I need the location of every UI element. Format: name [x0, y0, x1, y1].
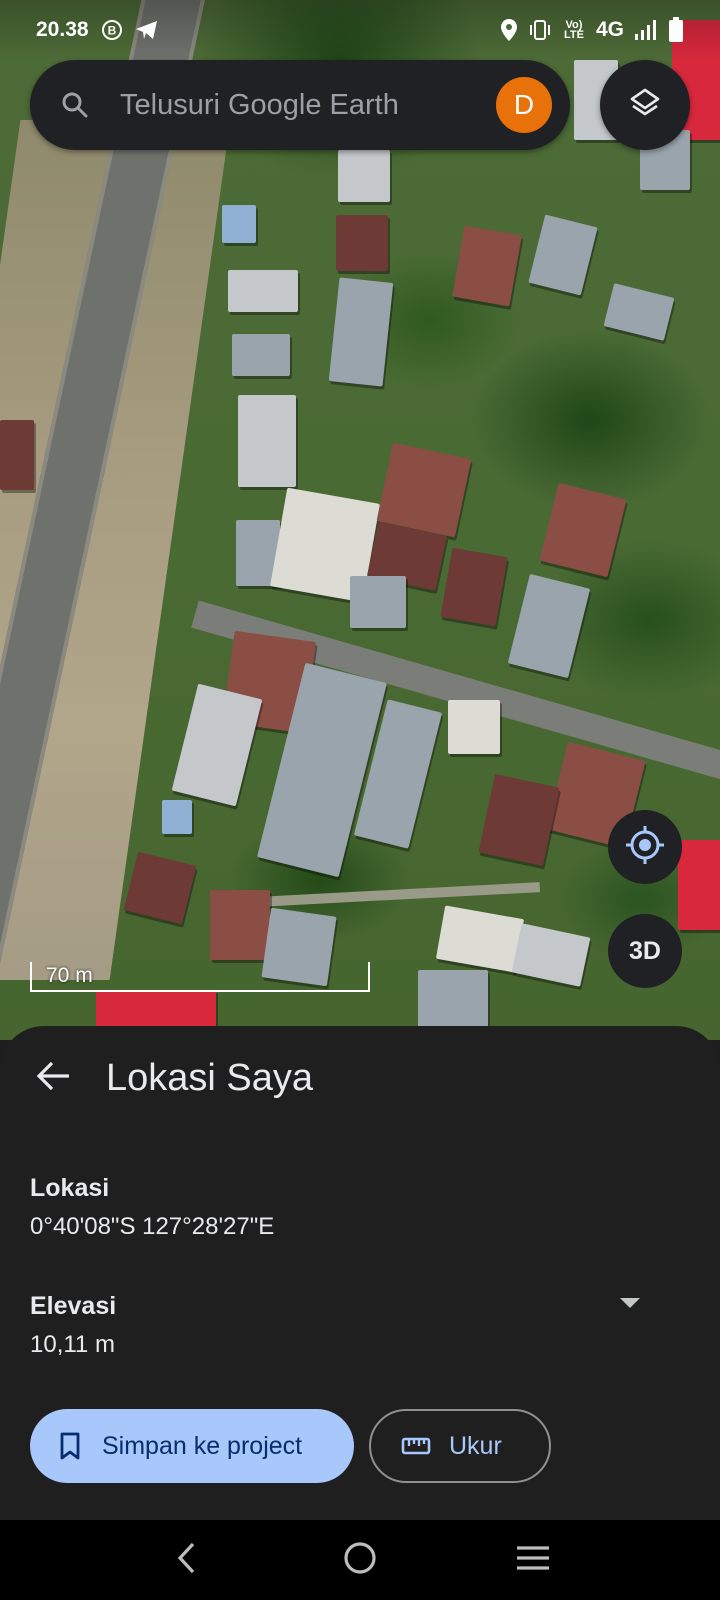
- map-house: [603, 283, 675, 341]
- location-sheet: Lokasi Saya Lokasi 0°40'08"S 127°28'27"E…: [0, 1026, 720, 1520]
- status-time: 20.38: [36, 18, 89, 41]
- nav-home-button[interactable]: [330, 1530, 390, 1590]
- back-button[interactable]: [30, 1054, 78, 1102]
- map-house: [123, 851, 197, 925]
- map-footpath: [239, 882, 541, 908]
- menu-icon: [515, 1544, 551, 1577]
- map-house: [336, 215, 388, 271]
- ruler-icon: [401, 1436, 431, 1456]
- layers-icon: [628, 86, 662, 125]
- svg-text:B: B: [107, 24, 116, 38]
- map-house: [452, 225, 522, 307]
- layers-button[interactable]: [600, 60, 690, 150]
- telegram-icon: [135, 19, 159, 41]
- search-icon: [60, 90, 90, 120]
- arrow-back-icon: [36, 1060, 72, 1097]
- map-house: [507, 573, 591, 679]
- battery-icon: [668, 17, 684, 43]
- map-house: [171, 683, 263, 807]
- map-house: [528, 214, 598, 296]
- home-circle-icon: [342, 1540, 378, 1581]
- signal-icon: [634, 19, 658, 41]
- map-house: [162, 800, 192, 834]
- measure-label: Ukur: [449, 1431, 502, 1460]
- map-house: [338, 150, 390, 202]
- search-input[interactable]: Telusuri Google Earth: [120, 89, 496, 122]
- sheet-title: Lokasi Saya: [106, 1056, 314, 1099]
- b-circle-icon: B: [101, 19, 123, 41]
- measure-button[interactable]: Ukur: [369, 1409, 551, 1483]
- sheet-header: Lokasi Saya: [30, 1054, 313, 1102]
- 3d-toggle-button[interactable]: 3D: [608, 914, 682, 988]
- map-house: [539, 482, 627, 578]
- elevation-value: 10,11 m: [30, 1331, 115, 1358]
- location-label: Lokasi: [30, 1174, 110, 1202]
- search-bar[interactable]: Telusuri Google Earth D: [30, 60, 570, 150]
- map-house: [238, 395, 296, 487]
- volte-icon: Vo) LTE: [564, 19, 584, 41]
- save-to-project-button[interactable]: Simpan ke project: [30, 1409, 354, 1483]
- scale-label: 70 m: [46, 964, 93, 987]
- save-to-project-label: Simpan ke project: [102, 1431, 303, 1460]
- system-nav-bar: [0, 1520, 720, 1600]
- map-house: [678, 840, 720, 930]
- vibrate-icon: [528, 19, 552, 41]
- map-house: [435, 905, 525, 973]
- map-house: [222, 205, 256, 243]
- map-house: [228, 270, 298, 312]
- triangle-down-icon: [619, 1296, 641, 1315]
- map-house: [328, 277, 394, 387]
- map-house: [210, 890, 270, 960]
- bookmark-icon: [58, 1432, 82, 1460]
- location-value: 0°40'08"S 127°28'27"E: [30, 1213, 275, 1240]
- map-house: [478, 774, 560, 866]
- map-house: [350, 576, 406, 628]
- avatar[interactable]: D: [496, 77, 552, 133]
- scale-bar: 70 m: [30, 962, 370, 992]
- map-house: [0, 420, 34, 490]
- map-house: [418, 970, 488, 1030]
- map-house: [511, 923, 591, 987]
- map-house: [448, 700, 500, 754]
- map-house: [232, 334, 290, 376]
- nav-back-button[interactable]: [157, 1530, 217, 1590]
- nav-recents-button[interactable]: [503, 1530, 563, 1590]
- satellite-map[interactable]: 70 m: [0, 0, 720, 1040]
- my-location-button[interactable]: [608, 810, 682, 884]
- chevron-left-icon: [175, 1541, 199, 1580]
- crosshair-icon: [624, 824, 666, 871]
- elevation-label: Elevasi: [30, 1292, 117, 1320]
- map-house: [440, 547, 508, 627]
- network-type: 4G: [595, 18, 624, 41]
- status-bar: 20.38 B Vo) LTE 4G: [0, 0, 720, 60]
- expand-button[interactable]: [610, 1290, 650, 1320]
- location-pin-icon: [500, 18, 518, 42]
